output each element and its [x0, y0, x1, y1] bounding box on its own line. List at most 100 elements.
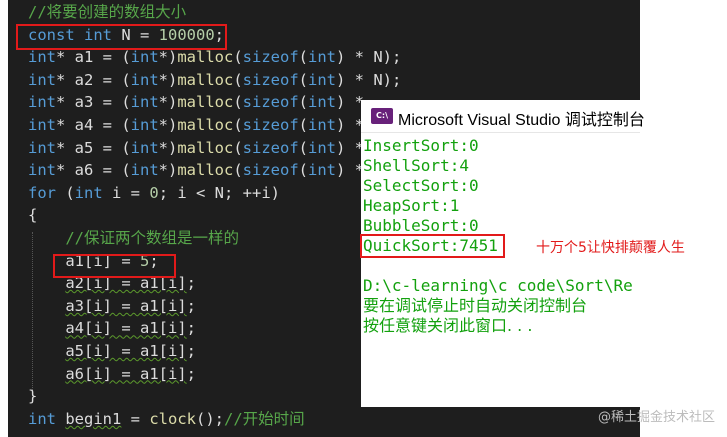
code-token: ();	[196, 409, 225, 428]
code-token: int	[130, 116, 159, 134]
console-line: 要在调试停止时自动关闭控制台	[363, 296, 588, 315]
code-token: *)	[158, 93, 178, 112]
code-token: * a6 = (	[56, 161, 131, 180]
code-line: int* a3 = (int*)malloc(sizeof(int) *	[28, 91, 364, 113]
code-token: ;	[186, 342, 196, 360]
code-token: (	[233, 48, 243, 67]
code-token: int	[28, 116, 56, 134]
code-token: a4[i] = a1[i]	[65, 319, 187, 338]
code-token: }	[28, 387, 38, 406]
code-token: (	[298, 93, 309, 112]
highlight-box-const	[16, 24, 227, 50]
annotation-note: 十万个5让快排颠覆人生	[536, 240, 685, 256]
code-token: ) *	[336, 138, 365, 157]
code-token: * a3 = (	[56, 93, 131, 112]
code-token: a3[i] = a1[i]	[65, 296, 187, 315]
code-line: {	[28, 204, 37, 226]
code-token: int	[308, 70, 337, 89]
console-title: Microsoft Visual Studio 调试控制台	[398, 112, 645, 129]
code-token: a5[i] = a1[i]	[65, 342, 187, 360]
code-token: //保证两个数组是一样的	[65, 229, 239, 247]
highlight-box-assignment	[53, 254, 176, 278]
code-token: int	[308, 161, 337, 180]
code-token: int	[28, 138, 56, 157]
code-token: sizeof	[242, 93, 299, 112]
code-token: ;	[186, 296, 196, 315]
code-token: int	[130, 93, 159, 112]
code-token: (	[233, 116, 243, 134]
code-token: * a1 = (	[56, 48, 131, 67]
code-token: ) * N);	[336, 48, 402, 67]
code-line: a6[i] = a1[i];	[28, 363, 196, 385]
code-token: sizeof	[242, 116, 299, 134]
code-line: int begin1 = clock();//开始时间	[28, 408, 305, 430]
code-line: int* a6 = (int*)malloc(sizeof(int) *	[28, 159, 364, 181]
code-token: (	[298, 48, 309, 67]
code-token: clock	[149, 409, 197, 428]
code-token: int	[308, 116, 337, 134]
code-token: malloc	[177, 93, 234, 112]
code-token: sizeof	[242, 138, 299, 157]
code-token: int	[28, 48, 56, 67]
console-titlebar[interactable]: C:\ Microsoft Visual Studio 调试控制台	[361, 100, 645, 133]
code-token: ) *	[336, 93, 365, 112]
code-token: int	[74, 183, 103, 202]
code-token: ;	[186, 274, 196, 293]
code-token: ;	[186, 364, 196, 383]
code-token: (	[233, 161, 243, 180]
code-token: malloc	[177, 48, 234, 67]
code-line: int* a4 = (int*)malloc(sizeof(int) *	[28, 114, 364, 136]
console-line: BubbleSort:0	[363, 216, 479, 235]
code-token: malloc	[177, 116, 234, 134]
code-line: //保证两个数组是一样的	[28, 227, 239, 249]
code-token: (	[233, 93, 243, 112]
code-token: ) *	[336, 116, 365, 134]
code-token: (	[298, 70, 309, 89]
code-token: sizeof	[242, 161, 299, 180]
code-token: * a2 = (	[56, 70, 131, 89]
code-token: begin1	[65, 409, 122, 428]
code-token: ;	[186, 319, 196, 338]
code-line: for (int i = 0; i < N; ++i)	[28, 182, 280, 204]
code-token: * a5 = (	[56, 138, 131, 157]
code-token: int	[28, 93, 56, 112]
code-token: //将要创建的数组大小	[28, 3, 187, 21]
code-token: int	[308, 138, 337, 157]
console-app-icon: C:\	[371, 108, 393, 124]
code-token: malloc	[177, 138, 234, 157]
code-token: (	[298, 138, 309, 157]
console-line: HeapSort:1	[363, 196, 460, 215]
code-token: int	[308, 93, 337, 112]
code-token: int	[308, 48, 337, 67]
code-token: int	[28, 70, 56, 89]
code-token: (	[298, 161, 309, 180]
code-token: (	[233, 138, 243, 157]
watermark: @稀土掘金技术社区	[597, 410, 715, 425]
code-line: int* a5 = (int*)malloc(sizeof(int) *	[28, 137, 364, 159]
console-line: SelectSort:0	[363, 176, 479, 195]
code-token: ) * N);	[336, 70, 402, 89]
code-token: *)	[158, 138, 178, 157]
code-token: int	[130, 70, 159, 89]
code-line: int* a2 = (int*)malloc(sizeof(int) * N);	[28, 69, 401, 91]
code-line: }	[28, 385, 37, 407]
code-token: //开始时间	[224, 409, 305, 428]
code-line: a4[i] = a1[i];	[28, 317, 196, 339]
code-token: int	[130, 138, 159, 157]
console-line: InsertSort:0	[363, 136, 479, 155]
code-line: a3[i] = a1[i];	[28, 295, 196, 317]
code-token: *)	[158, 116, 178, 134]
code-token: int	[28, 161, 56, 180]
highlight-box-quicksort	[360, 234, 505, 258]
console-line: ShellSort:4	[363, 156, 469, 175]
code-token: *)	[158, 70, 178, 89]
code-token: *)	[158, 161, 178, 180]
code-token: (	[56, 183, 75, 202]
code-token: {	[28, 206, 38, 225]
code-token: malloc	[177, 161, 234, 180]
